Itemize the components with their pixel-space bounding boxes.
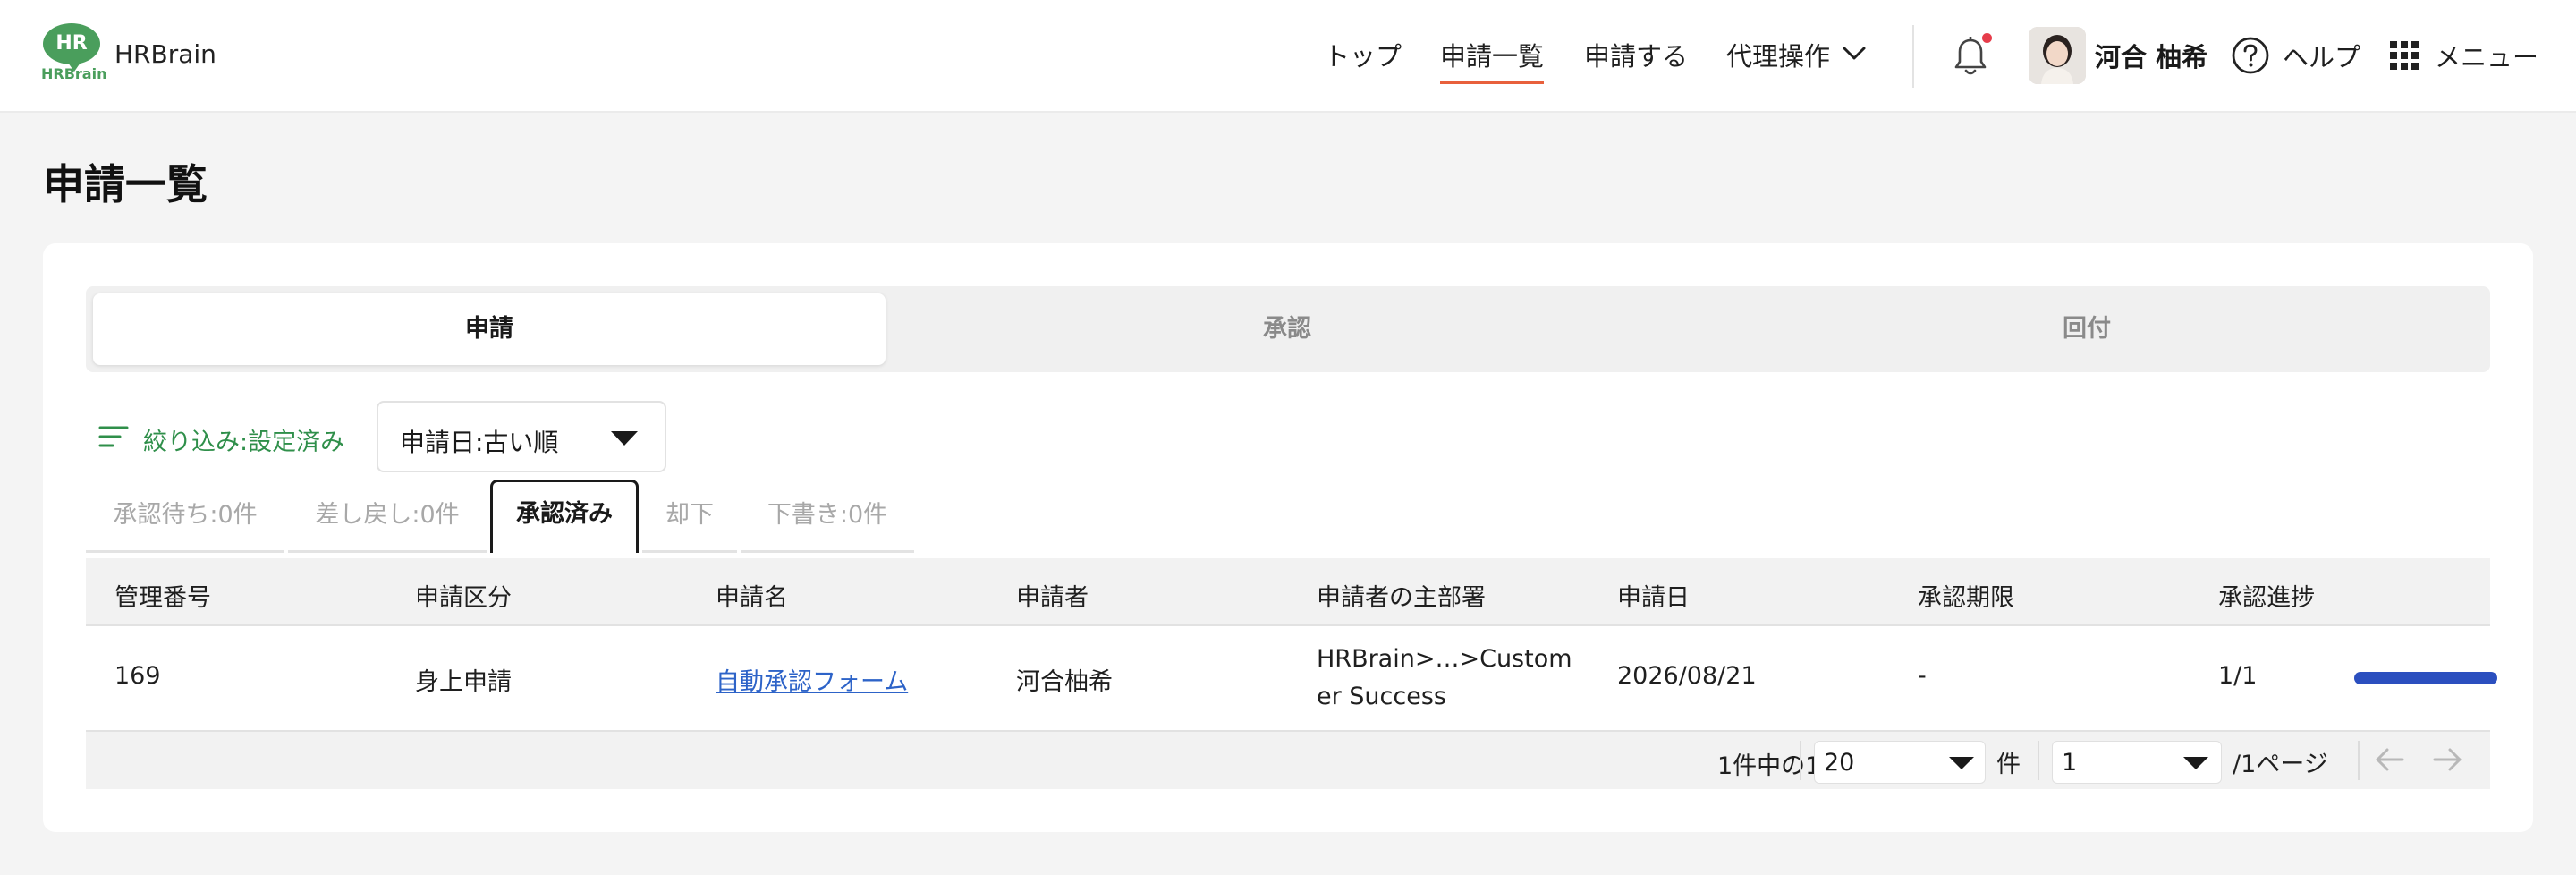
status-tab-rejected[interactable]: 却下: [642, 483, 737, 553]
column-header[interactable]: 申請名: [716, 578, 788, 613]
user-photo: [2029, 27, 2086, 84]
header-divider: [1912, 25, 1914, 88]
user-name[interactable]: 河合 柚希: [2095, 37, 2207, 74]
per-page-select[interactable]: 20: [1814, 741, 1986, 784]
page-value: 1: [2062, 749, 2078, 777]
nav-proxy-operation[interactable]: 代理操作: [1726, 36, 1830, 73]
column-header[interactable]: 申請区分: [415, 578, 512, 613]
cell-date: 2026/08/21: [1617, 662, 1757, 690]
cell-category: 身上申請: [415, 668, 512, 696]
main-tabs: 申請 承認 回付: [86, 286, 2490, 372]
logo-bubble: HR: [43, 23, 100, 72]
caret-down-icon: [611, 431, 638, 446]
tab-application[interactable]: 申請: [93, 293, 886, 365]
per-page-unit: 件: [1996, 751, 2021, 778]
brand-name: HRBrain: [114, 39, 216, 69]
chevron-down-icon[interactable]: [1839, 38, 1869, 68]
nav-application-list[interactable]: 申請一覧: [1440, 36, 1545, 84]
cell-id: 169: [114, 662, 161, 690]
avatar[interactable]: [2029, 27, 2086, 84]
cell-progress-text: 1/1: [2218, 662, 2258, 690]
help-link[interactable]: ヘルプ: [2283, 37, 2360, 74]
logo-subtext: HRBrain: [41, 65, 107, 82]
status-tab-draft[interactable]: 下書き:0件: [741, 483, 914, 553]
arrow-left-icon[interactable]: [2372, 744, 2408, 775]
column-header[interactable]: 承認期限: [1918, 578, 2014, 613]
tab-approval[interactable]: 承認: [891, 293, 1683, 365]
column-header[interactable]: 承認進捗: [2218, 578, 2315, 613]
approval-progress-bar: [2354, 672, 2497, 684]
column-header[interactable]: 申請者の主部署: [1317, 578, 1486, 613]
caret-down-icon: [2183, 757, 2208, 769]
status-tab-pending[interactable]: 承認待ち:0件: [86, 483, 284, 553]
caret-down-icon: [1949, 757, 1974, 769]
divider: [2038, 741, 2039, 780]
top-header: HR HRBrain HRBrain トップ 申請一覧 申請する 代理操作 河合…: [0, 0, 2576, 113]
sort-select[interactable]: 申請日:古い順: [377, 401, 666, 472]
divider: [1800, 741, 1801, 780]
page-title: 申請一覧: [43, 160, 208, 208]
department-line: HRBrain>…>Custom: [1317, 645, 1572, 673]
sort-select-value: 申請日:古い順: [400, 428, 559, 457]
menu-link[interactable]: メニュー: [2435, 37, 2538, 74]
per-page-value: 20: [1824, 749, 1855, 777]
table-header: 管理番号 申請区分 申請名 申請者 申請者の主部署 申請日 承認期限 承認進捗: [86, 558, 2490, 626]
divider: [2358, 741, 2360, 780]
filter-icon[interactable]: [98, 424, 129, 451]
status-tab-approved[interactable]: 承認済み: [490, 480, 639, 553]
department-line: er Success: [1317, 683, 1446, 710]
help-icon[interactable]: [2231, 36, 2270, 75]
cell-deadline: -: [1918, 662, 1927, 690]
nav-apply[interactable]: 申請する: [1584, 36, 1688, 73]
hrbrain-logo[interactable]: HR HRBrain: [41, 23, 107, 82]
arrow-right-icon[interactable]: [2429, 744, 2465, 775]
application-name-link[interactable]: 自動承認フォーム: [716, 662, 908, 697]
cell-department: HRBrain>…>Custom er Success: [1317, 641, 1585, 716]
page-suffix: /1ページ: [2233, 751, 2328, 778]
column-header[interactable]: 申請者: [1016, 578, 1089, 613]
nav-top[interactable]: トップ: [1324, 36, 1402, 73]
page-select[interactable]: 1: [2052, 741, 2222, 784]
tab-circulation[interactable]: 回付: [1690, 293, 2483, 365]
table-row[interactable]: 169 身上申請 自動承認フォーム 河合柚希 HRBrain>…>Custom …: [86, 626, 2497, 732]
column-header[interactable]: 管理番号: [114, 578, 211, 613]
notification-dot: [1982, 33, 1992, 43]
grid-menu-icon[interactable]: [2388, 39, 2420, 72]
filter-button[interactable]: 絞り込み:設定済み: [143, 422, 344, 457]
pagination-bar: 1件中の1-1件 20 件 1 /1ページ: [86, 732, 2490, 789]
cell-applicant: 河合柚希: [1016, 668, 1113, 696]
column-header[interactable]: 申請日: [1617, 578, 1690, 613]
status-tab-returned[interactable]: 差し戻し:0件: [288, 483, 487, 553]
